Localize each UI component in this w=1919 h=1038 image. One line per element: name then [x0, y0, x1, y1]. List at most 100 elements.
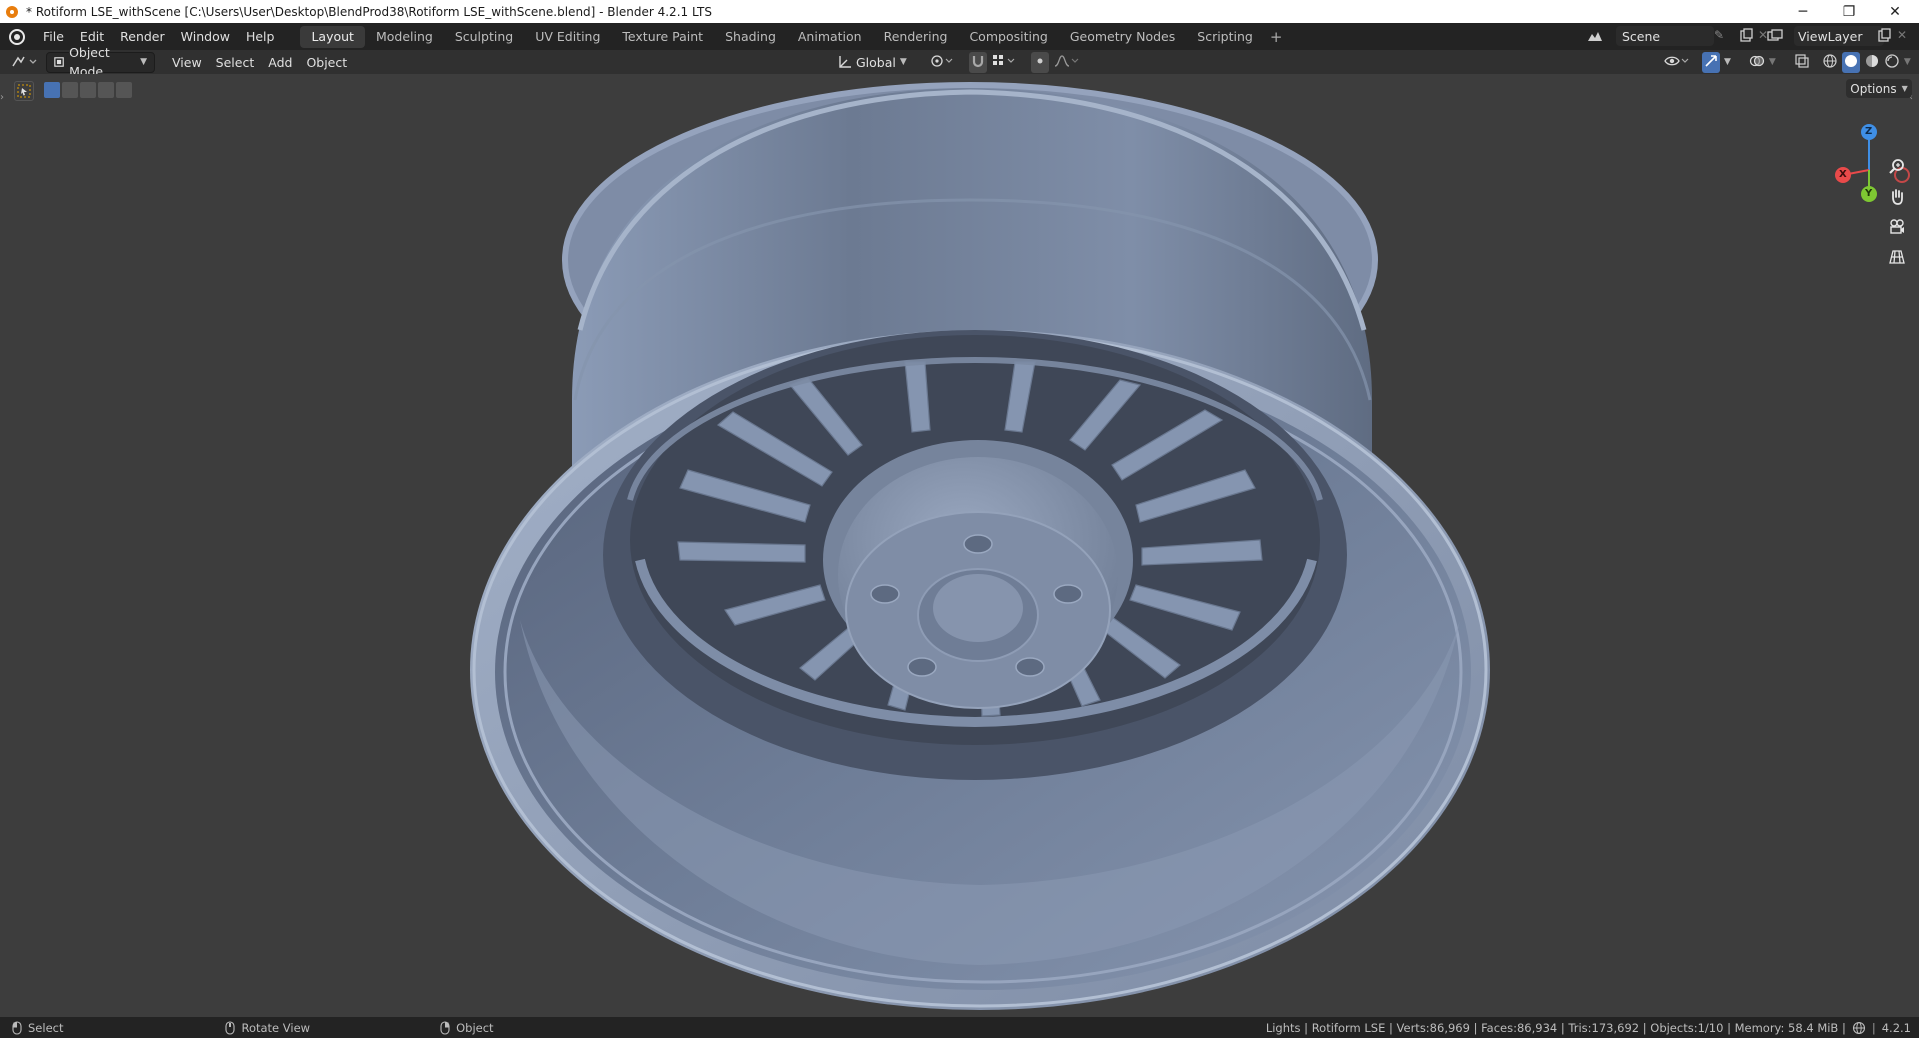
snap-toggle[interactable]: [968, 51, 987, 73]
perspective-toggle-icon[interactable]: [1884, 244, 1910, 270]
pivot-point-button[interactable]: [929, 53, 955, 72]
scene-name: Scene: [1622, 28, 1661, 44]
status-select-label: Select: [28, 1020, 64, 1035]
shading-dropdown-icon[interactable]: ▼: [1904, 57, 1911, 67]
shading-solid-button[interactable]: [1841, 51, 1860, 73]
shading-wireframe-button[interactable]: [1822, 53, 1838, 72]
tab-texture-paint[interactable]: Texture Paint: [611, 26, 714, 48]
selection-mode-group: [44, 82, 132, 98]
viewlayer-icon[interactable]: [1766, 28, 1788, 46]
wheel-model[interactable]: [0, 74, 1919, 1017]
tab-layout[interactable]: Layout: [300, 25, 365, 48]
overlay-icon: [1749, 55, 1765, 66]
select-extend-icon[interactable]: [62, 82, 78, 98]
wireframe-icon: [1823, 53, 1837, 68]
tab-rendering[interactable]: Rendering: [873, 26, 959, 48]
orientation-label: Global: [856, 54, 896, 70]
scene-selector[interactable]: Scene: [1616, 26, 1714, 46]
version-separator: |: [1871, 1020, 1876, 1035]
tab-sculpting[interactable]: Sculpting: [444, 26, 524, 48]
shading-material-button[interactable]: [1864, 53, 1880, 72]
object-menu[interactable]: Object: [299, 53, 354, 72]
menu-file[interactable]: File: [35, 26, 72, 48]
scene-statistics: Lights | Rotiform LSE | Verts:86,969 | F…: [1266, 1021, 1911, 1035]
status-bar: Select Rotate View Object Lights | Rotif…: [0, 1017, 1919, 1038]
blender-app-icon: [6, 5, 18, 18]
tab-uv-editing[interactable]: UV Editing: [524, 26, 611, 48]
scene-icon[interactable]: [1586, 28, 1606, 46]
blender-logo-icon[interactable]: [9, 28, 25, 45]
viewlayer-selector[interactable]: ViewLayer: [1794, 26, 1884, 46]
select-tool-icon[interactable]: [14, 81, 34, 101]
proportional-edit-toggle[interactable]: [1030, 51, 1049, 73]
status-hint-rotate: Rotate View: [225, 1021, 310, 1035]
chevron-down-icon: ▼: [899, 57, 907, 67]
zoom-icon[interactable]: [1884, 154, 1910, 180]
select-menu[interactable]: Select: [209, 53, 262, 72]
view-menu[interactable]: View: [165, 53, 209, 72]
tab-animation[interactable]: Animation: [787, 26, 873, 48]
toolbar-expand-icon[interactable]: ›: [0, 92, 4, 103]
menu-help[interactable]: Help: [238, 26, 283, 48]
magnet-icon: [972, 55, 983, 67]
options-button[interactable]: Options ▼: [1846, 79, 1912, 98]
rendered-icon: [1885, 53, 1899, 68]
select-intersect-icon[interactable]: [116, 82, 132, 98]
proportional-icon: [1037, 58, 1043, 63]
mouse-left-icon: [12, 1020, 22, 1035]
remove-viewlayer-icon[interactable]: ✕: [1897, 28, 1911, 46]
gizmo-y-label: Y: [1865, 188, 1873, 199]
network-globe-icon[interactable]: [1852, 1021, 1866, 1035]
mouse-middle-icon: [225, 1020, 236, 1035]
transform-orientation-selector[interactable]: Global ▼: [838, 55, 907, 70]
xray-icon: [1795, 53, 1809, 68]
object-mode-icon: [54, 57, 64, 67]
chevron-down-icon: ▼: [140, 56, 147, 67]
falloff-button[interactable]: [1053, 53, 1081, 72]
tab-shading[interactable]: Shading: [714, 26, 787, 48]
viewport-display-controls: ▼ ▼ ▼: [1664, 51, 1911, 73]
camera-view-icon[interactable]: [1884, 214, 1910, 240]
add-menu[interactable]: Add: [261, 53, 299, 72]
new-scene-icon[interactable]: [1738, 28, 1756, 46]
blender-version: 4.2.1: [1881, 1020, 1911, 1035]
overlay-toggle[interactable]: [1749, 53, 1765, 72]
overlay-dropdown-icon[interactable]: ▼: [1769, 57, 1776, 67]
orientation-icon: [839, 56, 851, 68]
scene-pin-icon[interactable]: ✎: [1714, 28, 1732, 46]
gizmo-dropdown-icon[interactable]: ▼: [1724, 57, 1731, 67]
status-rotate-label: Rotate View: [241, 1020, 311, 1035]
tab-modeling[interactable]: Modeling: [365, 26, 444, 48]
restore-icon: ❐: [1842, 3, 1856, 20]
xray-toggle[interactable]: [1794, 53, 1810, 72]
select-subtract-icon[interactable]: [80, 82, 96, 98]
statistics-text: Lights | Rotiform LSE | Verts:86,969 | F…: [1265, 1020, 1846, 1035]
minimize-button[interactable]: ─: [1780, 0, 1826, 23]
visibility-selector[interactable]: [1664, 53, 1690, 72]
status-hint-object: Object: [440, 1020, 494, 1035]
select-invert-icon[interactable]: [98, 82, 114, 98]
window-title: * Rotiform LSE_withScene [C:\Users\User\…: [26, 4, 712, 19]
editor-type-button[interactable]: [10, 53, 40, 72]
chevron-down-icon: ▼: [1901, 84, 1908, 93]
pan-hand-icon[interactable]: [1884, 184, 1910, 210]
material-icon: [1865, 54, 1878, 67]
add-workspace-button[interactable]: +: [1264, 26, 1289, 48]
gizmo-toggle[interactable]: [1702, 51, 1720, 73]
status-object-label: Object: [456, 1020, 494, 1035]
3d-viewport[interactable]: › ‹ Options ▼ Z X Y: [0, 74, 1919, 1017]
transform-controls: Global ▼: [838, 51, 1081, 73]
tab-geometry-nodes[interactable]: Geometry Nodes: [1059, 26, 1186, 48]
snap-target-button[interactable]: [991, 53, 1017, 72]
tab-compositing[interactable]: Compositing: [958, 26, 1058, 48]
close-button[interactable]: ✕: [1872, 0, 1918, 23]
minimize-icon: ─: [1798, 3, 1808, 20]
shading-rendered-button[interactable]: [1884, 53, 1900, 72]
mode-selector[interactable]: Object Mode ▼: [46, 45, 155, 79]
new-viewlayer-icon[interactable]: [1876, 28, 1894, 46]
menu-window[interactable]: Window: [173, 26, 238, 48]
restore-button[interactable]: ❐: [1826, 0, 1872, 23]
solid-icon: [1844, 54, 1857, 67]
select-set-icon[interactable]: [44, 82, 60, 98]
tab-scripting[interactable]: Scripting: [1186, 26, 1264, 48]
